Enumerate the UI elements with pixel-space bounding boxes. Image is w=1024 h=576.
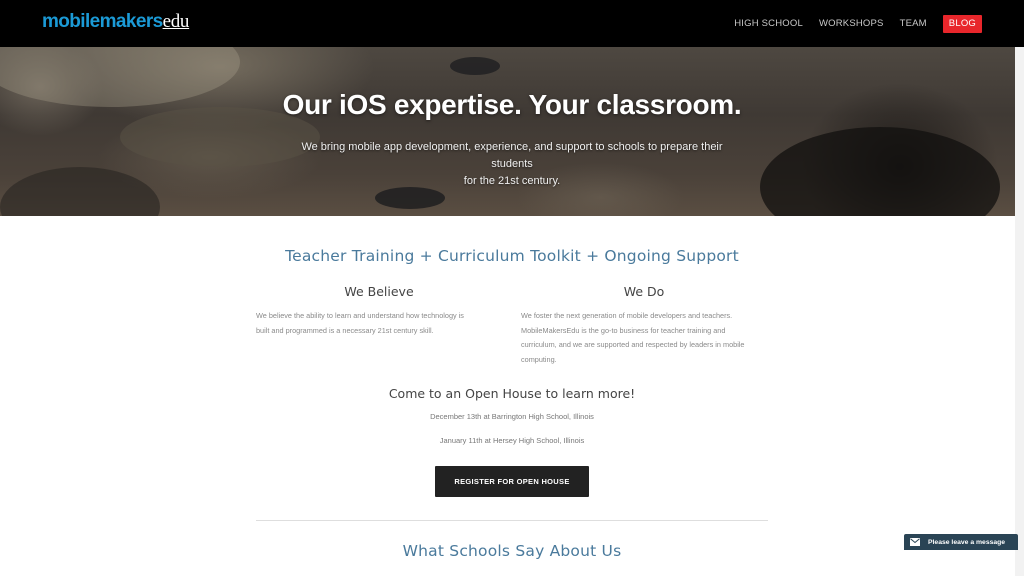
- nav-link-workshops[interactable]: WORKSHOPS: [819, 16, 884, 32]
- open-house-event: January 11th at Hersey High School, Illi…: [439, 436, 585, 445]
- we-do-line: MobileMakersEdu is the go-to business fo…: [521, 325, 726, 335]
- chat-label: Please leave a message: [928, 538, 1006, 546]
- testimonials-heading: What Schools Say About Us: [402, 542, 622, 560]
- we-believe-text: We believe the ability to learn and unde…: [256, 309, 506, 338]
- open-house-event: December 13th at Barrington High School,…: [430, 412, 594, 421]
- we-do-line: We foster the next generation of mobile …: [521, 311, 733, 320]
- site-logo[interactable]: mobilemakersedu: [42, 11, 189, 33]
- we-do-text: We foster the next generation of mobile …: [521, 309, 781, 367]
- we-do-heading: We Do: [623, 284, 665, 299]
- leave-message-chat-tab[interactable]: Please leave a message: [904, 534, 1018, 550]
- hero-banner: Our iOS expertise. Your classroom. We br…: [0, 47, 1015, 216]
- main-nav: HIGH SCHOOL WORKSHOPS TEAM BLOG: [718, 15, 982, 33]
- nav-link-high-school[interactable]: HIGH SCHOOL: [734, 16, 803, 32]
- envelope-icon: [909, 536, 921, 548]
- logo-text-mobilemakers: mobilemakers: [42, 11, 163, 32]
- hero-title: Our iOS expertise. Your classroom.: [282, 89, 742, 120]
- we-believe-line: built and programmed is a necessary 21st…: [256, 325, 434, 335]
- hero-subtitle-line: We bring mobile app development, experie…: [301, 141, 723, 170]
- hero-photo-shoe-left: [375, 187, 445, 209]
- nav-link-blog[interactable]: BLOG: [942, 15, 982, 33]
- top-nav-bar: mobilemakersedu HIGH SCHOOL WORKSHOPS TE…: [0, 0, 1024, 47]
- hero-subtitle: We bring mobile app development, experie…: [300, 139, 724, 190]
- we-do-line: computing.: [521, 354, 557, 364]
- page-scrollbar[interactable]: [1015, 47, 1024, 576]
- hero-subtitle-line: for the 21st century.: [463, 175, 561, 187]
- open-house-heading: Come to an Open House to learn more!: [388, 386, 636, 401]
- hero-photo-person-right: [760, 127, 1000, 216]
- section-divider: [256, 520, 768, 521]
- register-open-house-button[interactable]: REGISTER FOR OPEN HOUSE: [435, 466, 589, 497]
- nav-link-team[interactable]: TEAM: [900, 16, 927, 32]
- we-believe-heading: We Believe: [344, 284, 414, 299]
- hero-photo-floor: [0, 167, 160, 216]
- we-do-line: curriculum, and we are supported and res…: [521, 340, 745, 349]
- we-believe-line: We believe the ability to learn and unde…: [256, 311, 464, 320]
- logo-text-edu: edu: [162, 11, 190, 32]
- services-tagline: Teacher Training + Curriculum Toolkit + …: [285, 247, 739, 265]
- hero-photo-shoe-right: [450, 57, 500, 75]
